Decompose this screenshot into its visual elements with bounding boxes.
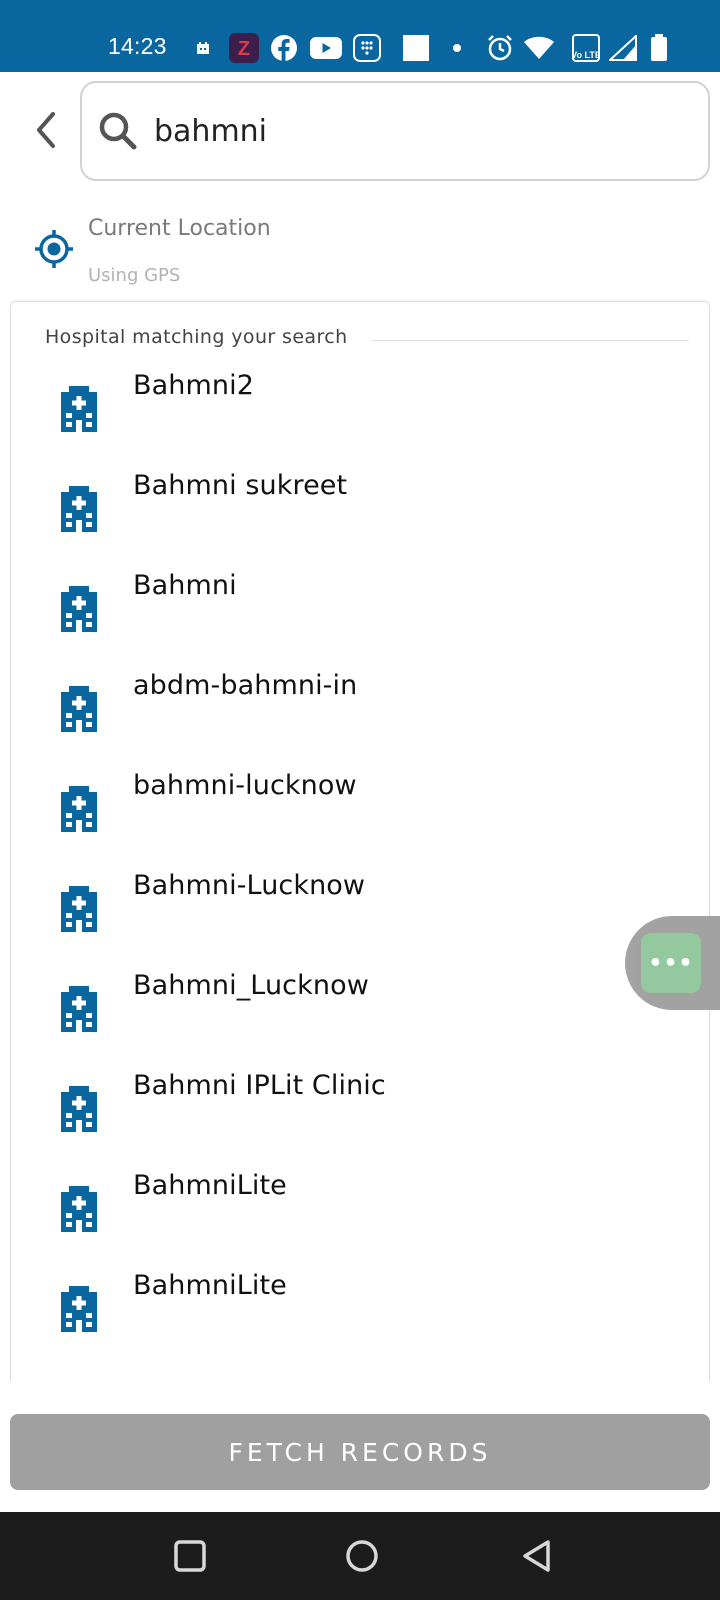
system-nav-bar bbox=[0, 1512, 720, 1600]
youtube-icon bbox=[310, 34, 342, 62]
result-item-name: Bahmni_Lucknow bbox=[133, 970, 369, 1001]
result-item[interactable]: Bahmni_Lucknow bbox=[11, 970, 709, 1074]
result-item[interactable]: Bahmni2 bbox=[11, 370, 709, 474]
nav-back-button[interactable] bbox=[514, 1534, 558, 1578]
calendar-icon bbox=[194, 34, 212, 62]
result-item-name: Bahmni sukreet bbox=[133, 470, 348, 501]
result-list: Bahmni2 Bahmni sukreet Bahmni abdm-bahmni-i… bbox=[11, 370, 709, 1374]
result-item-name: Bahmni2 bbox=[133, 370, 254, 401]
back-triangle-icon bbox=[523, 1540, 550, 1572]
result-item[interactable]: BahmniLite bbox=[11, 1170, 709, 1274]
alarm-icon bbox=[486, 34, 514, 62]
zomato-letter: Z bbox=[238, 38, 250, 60]
wifi-icon bbox=[522, 34, 556, 62]
result-item[interactable]: Bahmni sukreet bbox=[11, 470, 709, 574]
back-button[interactable] bbox=[24, 108, 68, 152]
hospital-building-icon bbox=[57, 582, 101, 632]
volte-icon: Vo LTE bbox=[572, 34, 600, 62]
current-location-subtitle: Using GPS bbox=[88, 265, 181, 286]
zomato-icon: Z bbox=[229, 33, 259, 63]
volte-text: Vo LTE bbox=[572, 50, 600, 60]
more-dots-icon: ••• bbox=[648, 950, 694, 976]
hospital-building-icon bbox=[57, 1282, 101, 1332]
hospital-building-icon bbox=[57, 682, 101, 732]
result-item-name: BahmniLite bbox=[133, 1270, 287, 1301]
recents-button[interactable] bbox=[168, 1534, 212, 1578]
dialpad-icon bbox=[352, 34, 382, 62]
result-item[interactable]: Bahmni-Lucknow bbox=[11, 870, 709, 974]
hospital-building-icon bbox=[57, 882, 101, 932]
result-item[interactable]: BahmniLite bbox=[11, 1270, 709, 1374]
results-panel: Hospital matching your search Bahmni2 Bah… bbox=[10, 301, 710, 1381]
result-item[interactable]: bahmni-lucknow bbox=[11, 770, 709, 874]
hospital-building-icon bbox=[57, 1182, 101, 1232]
floating-chat-bubble[interactable]: ••• bbox=[625, 916, 720, 1010]
status-time: 14:23 bbox=[108, 33, 167, 59]
signal-icon bbox=[608, 34, 638, 62]
search-icon bbox=[99, 112, 137, 150]
section-divider bbox=[371, 340, 689, 341]
result-item-name: Bahmni bbox=[133, 570, 237, 601]
fetch-records-button[interactable]: FETCH RECORDS bbox=[10, 1414, 710, 1490]
home-circle-icon bbox=[346, 1540, 378, 1572]
result-item-name: Bahmni-Lucknow bbox=[133, 870, 366, 901]
dot-icon bbox=[452, 34, 462, 62]
search-box[interactable] bbox=[80, 81, 710, 181]
result-item[interactable]: Bahmni bbox=[11, 570, 709, 674]
chevron-left-icon bbox=[37, 112, 55, 148]
result-item-name: abdm-bahmni-in bbox=[133, 670, 358, 701]
home-button[interactable] bbox=[340, 1534, 384, 1578]
result-item[interactable]: abdm-bahmni-in bbox=[11, 670, 709, 774]
recents-square-icon bbox=[174, 1540, 206, 1572]
square-icon bbox=[402, 34, 430, 62]
hospital-building-icon bbox=[57, 1082, 101, 1132]
floating-menu-button[interactable]: ••• bbox=[641, 933, 701, 993]
result-item-name: BahmniLite bbox=[133, 1170, 287, 1201]
current-location-title: Current Location bbox=[88, 216, 271, 241]
facebook-icon bbox=[270, 34, 298, 62]
search-input[interactable] bbox=[154, 105, 674, 157]
result-item[interactable]: Bahmni IPLit Clinic bbox=[11, 1070, 709, 1174]
hospital-building-icon bbox=[57, 382, 101, 432]
status-bar: 14:23 Z Vo LTE bbox=[0, 0, 720, 72]
gps-target-icon bbox=[35, 230, 73, 268]
hospital-building-icon bbox=[57, 482, 101, 532]
hospital-building-icon bbox=[57, 782, 101, 832]
hospital-building-icon bbox=[57, 982, 101, 1032]
current-location-row[interactable]: Current Location Using GPS bbox=[0, 205, 720, 293]
results-heading: Hospital matching your search bbox=[45, 326, 354, 348]
result-item-name: Bahmni IPLit Clinic bbox=[133, 1070, 386, 1101]
battery-icon bbox=[648, 34, 670, 62]
result-item-name: bahmni-lucknow bbox=[133, 770, 357, 801]
